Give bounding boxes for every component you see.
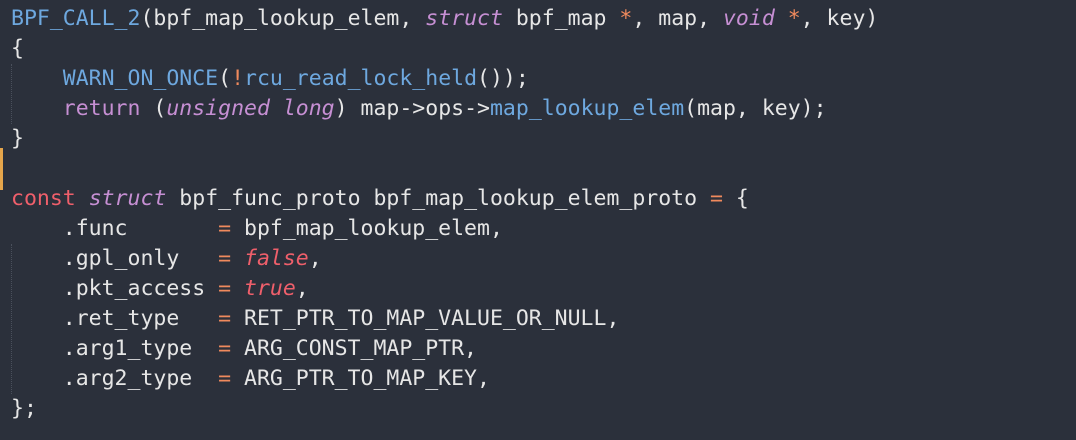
modified-line-marker (0, 148, 3, 190)
code-line[interactable]: .arg2_type = ARG_PTR_TO_MAP_KEY, (11, 364, 878, 394)
code-token: WARN_ON_ONCE (62, 66, 219, 91)
code-token: .arg1_type (11, 336, 219, 361)
code-token: ( (218, 66, 232, 91)
code-token: void (722, 6, 775, 31)
code-line[interactable]: .func = bpf_map_lookup_elem, (11, 214, 878, 244)
code-line[interactable]: .pkt_access = true, (11, 274, 878, 304)
code-token: = (218, 366, 232, 391)
code-line[interactable]: .arg1_type = ARG_CONST_MAP_PTR, (11, 334, 878, 364)
code-line[interactable]: } (11, 124, 878, 154)
code-token: const (11, 186, 76, 211)
code-token: (map, key); (684, 96, 827, 121)
code-text[interactable]: BPF_CALL_2(bpf_map_lookup_elem, struct b… (11, 4, 878, 424)
code-token: true (244, 276, 296, 301)
code-token: { (11, 36, 24, 61)
code-token: }; (11, 396, 37, 421)
code-token: ARG_CONST_MAP_PTR, (231, 336, 478, 361)
code-line[interactable]: WARN_ON_ONCE(!rcu_read_lock_held()); (11, 64, 878, 94)
code-token: unsigned long (166, 96, 335, 121)
code-line[interactable] (11, 154, 878, 184)
code-token: ! (231, 66, 245, 91)
code-token: ARG_PTR_TO_MAP_KEY, (231, 366, 490, 391)
code-token: .ret_type (11, 306, 219, 331)
code-token: bpf_func_proto bpf_map_lookup_elem_proto (166, 186, 711, 211)
code-token: struct (425, 6, 503, 31)
code-token: = (218, 216, 232, 241)
code-line[interactable]: .gpl_only = false, (11, 244, 878, 274)
code-token: .func (11, 216, 219, 241)
code-token: .gpl_only (11, 246, 219, 271)
code-token: .pkt_access (11, 276, 219, 301)
code-line[interactable]: BPF_CALL_2(bpf_map_lookup_elem, struct b… (11, 4, 878, 34)
code-token: , key) (800, 6, 879, 31)
code-token: ) map (334, 96, 400, 121)
code-token: return (62, 96, 141, 121)
code-line[interactable]: { (11, 34, 878, 64)
code-token: = (710, 186, 723, 211)
code-token: BPF_CALL_2 (11, 6, 141, 31)
code-line[interactable]: .ret_type = RET_PTR_TO_MAP_VALUE_OR_NULL… (11, 304, 878, 334)
code-token: bpf_map_lookup_elem (153, 6, 400, 31)
code-token: .arg2_type (11, 366, 219, 391)
code-token: -> (464, 96, 490, 121)
code-token: bpf_map (502, 6, 620, 31)
code-token: RET_PTR_TO_MAP_VALUE_OR_NULL, (231, 306, 620, 331)
code-token: = (218, 336, 232, 361)
code-token: ( (140, 6, 154, 31)
code-token: struct (88, 186, 167, 211)
code-editor[interactable]: BPF_CALL_2(bpf_map_lookup_elem, struct b… (0, 0, 1076, 440)
code-token: = (218, 276, 232, 301)
code-token: bpf_map_lookup_elem, (231, 216, 503, 241)
code-token: -> (399, 96, 426, 121)
code-token: rcu_read_lock_held (244, 66, 478, 91)
code-token: map_lookup_elem (489, 96, 685, 121)
code-token: { (722, 186, 749, 211)
code-token: * (787, 6, 801, 31)
code-line[interactable]: const struct bpf_func_proto bpf_map_look… (11, 184, 878, 214)
code-line[interactable]: return (unsigned long) map->ops->map_loo… (11, 94, 878, 124)
code-token: = (218, 246, 232, 271)
code-line[interactable]: }; (11, 394, 878, 424)
code-token: ()); (477, 66, 529, 91)
code-token: , (295, 276, 309, 301)
code-token: } (11, 126, 24, 151)
code-token: false (244, 246, 309, 271)
code-token: , (399, 6, 426, 31)
code-token: * (619, 6, 633, 31)
code-token: ops (425, 96, 465, 121)
code-token: = (218, 306, 232, 331)
code-token: , (308, 246, 322, 271)
code-token: ( (140, 96, 167, 121)
code-token: , map, (632, 6, 723, 31)
